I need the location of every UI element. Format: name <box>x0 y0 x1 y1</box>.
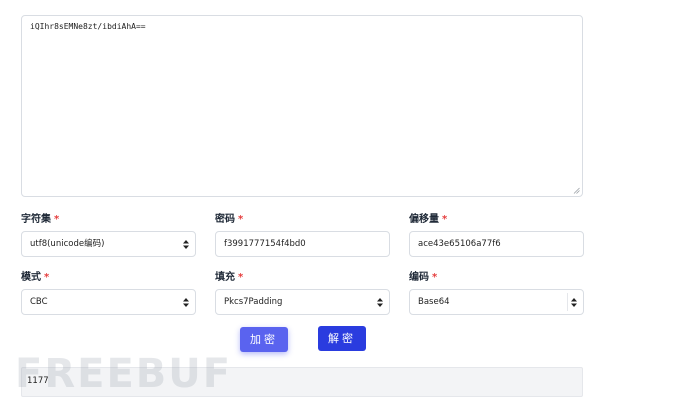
result-text: 1177 <box>27 376 49 386</box>
select-updown-icon <box>571 298 577 307</box>
iv-label: 偏移量 * <box>409 214 448 225</box>
iv-value: ace43e65106a77f6 <box>418 239 501 249</box>
charset-select[interactable]: utf8(unicode编码) <box>21 231 196 257</box>
encoding-label: 编码 * <box>409 272 438 283</box>
required-mark: * <box>238 214 244 225</box>
padding-value: Pkcs7Padding <box>224 297 283 307</box>
mode-select[interactable]: CBC <box>21 289 196 315</box>
resize-grip-icon[interactable] <box>573 187 580 194</box>
input-textarea[interactable]: iQIhr8sEMNe8zt/ibdiAhA== <box>21 15 583 197</box>
mode-label: 模式 * <box>21 272 50 283</box>
encoding-value: Base64 <box>418 297 450 307</box>
required-mark: * <box>238 272 244 283</box>
select-updown-icon <box>183 240 189 249</box>
input-text: iQIhr8sEMNe8zt/ibdiAhA== <box>30 22 146 31</box>
select-updown-icon <box>377 298 383 307</box>
charset-value: utf8(unicode编码) <box>30 239 105 249</box>
select-updown-icon <box>183 298 189 307</box>
required-mark: * <box>432 272 438 283</box>
aes-tool-page: iQIhr8sEMNe8zt/ibdiAhA== 字符集 * 密码 * 偏移量 * u… <box>0 0 690 402</box>
padding-select[interactable]: Pkcs7Padding <box>215 289 390 315</box>
required-mark: * <box>44 272 50 283</box>
mode-value: CBC <box>30 297 48 307</box>
key-value: f3991777154f4bd0 <box>224 239 306 249</box>
key-label: 密码 * <box>215 214 244 225</box>
decrypt-button[interactable]: 解密 <box>318 326 366 351</box>
encrypt-button[interactable]: 加密 <box>240 327 288 352</box>
required-mark: * <box>442 214 448 225</box>
key-input[interactable]: f3991777154f4bd0 <box>215 231 390 257</box>
required-mark: * <box>54 214 60 225</box>
iv-input[interactable]: ace43e65106a77f6 <box>409 231 584 257</box>
encoding-select[interactable]: Base64 <box>409 289 584 315</box>
freebuf-watermark: FREEBUF <box>15 351 233 397</box>
padding-label: 填充 * <box>215 272 244 283</box>
select-separator <box>567 293 568 311</box>
charset-label: 字符集 * <box>21 214 60 225</box>
